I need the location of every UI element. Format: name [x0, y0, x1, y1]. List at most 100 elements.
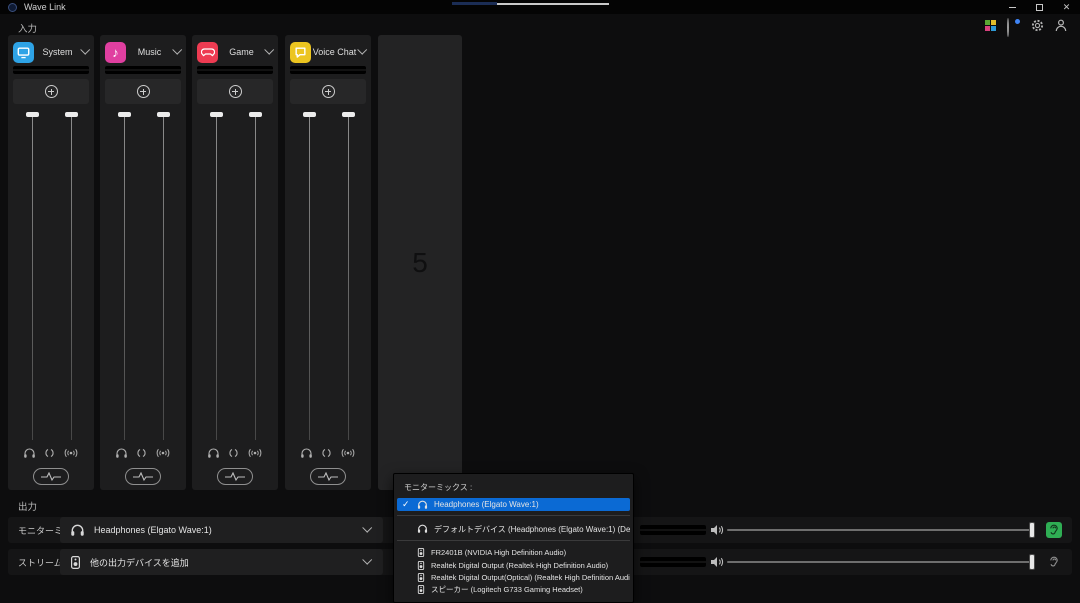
discover-button[interactable] [1007, 19, 1020, 32]
monitor-mix-fader[interactable] [26, 112, 39, 440]
headphones-monitor-toggle[interactable] [115, 448, 128, 459]
fader-handle[interactable] [210, 112, 223, 117]
output-device-select[interactable]: Headphones (Elgato Wave:1) [60, 517, 383, 543]
maximize-button[interactable] [1026, 0, 1053, 14]
device-menu-item[interactable]: ✓ FR2401B (NVIDIA High Definition Audio) [397, 540, 630, 559]
stream-mix-fader[interactable] [65, 112, 78, 440]
headphones-monitor-toggle[interactable] [23, 448, 36, 459]
plus-icon [137, 85, 150, 98]
monitor-mix-fader[interactable] [118, 112, 131, 440]
effects-button[interactable] [217, 468, 253, 485]
stream-toggle[interactable] [63, 448, 79, 458]
monitor-mix-fader[interactable] [210, 112, 223, 440]
fader-track [163, 114, 164, 440]
channel-icon: ♪ [105, 42, 126, 63]
waveform-icon [318, 472, 338, 482]
monitor-ear-button[interactable] [1046, 522, 1062, 538]
headphones-icon [300, 448, 313, 459]
fader-handle[interactable] [26, 112, 39, 117]
fader-handle[interactable] [342, 112, 355, 117]
ear-icon [1049, 556, 1059, 568]
maximize-icon [1036, 4, 1043, 11]
channel-source-dropdown[interactable]: ♪ Music [105, 40, 183, 64]
broadcast-icon [155, 448, 171, 458]
marketplace-button[interactable] [985, 20, 996, 31]
monitor-ear-button[interactable] [1046, 554, 1062, 570]
link-icon [321, 448, 332, 458]
popup-header: モニターミックス : [404, 482, 623, 493]
selected-device-text: Headphones (Elgato Wave:1) [94, 525, 363, 535]
fader-track [348, 114, 349, 440]
stream-mix-fader[interactable] [249, 112, 262, 440]
speaker-icon [710, 524, 724, 536]
fader-handle[interactable] [118, 112, 131, 117]
background-window-edge [497, 3, 609, 5]
output-device-select[interactable]: 他の出力デバイスを追加 [60, 549, 383, 575]
device-menu-item[interactable]: ✓ Realtek Digital Output(Optical) (Realt… [397, 571, 630, 583]
settings-button[interactable] [1031, 19, 1044, 32]
close-button[interactable]: ✕ [1053, 0, 1080, 14]
empty-channel-slot[interactable]: 5 [378, 35, 462, 490]
speaker-device-icon [417, 548, 425, 557]
stream-toggle[interactable] [340, 448, 356, 458]
headphones-monitor-toggle[interactable] [300, 448, 313, 459]
speaker-device-icon [417, 573, 425, 582]
plus-icon [322, 85, 335, 98]
channel-source-dropdown[interactable]: Game [197, 40, 275, 64]
minimize-icon [1009, 7, 1016, 8]
effects-button[interactable] [125, 468, 161, 485]
link-faders-toggle[interactable] [44, 448, 55, 458]
ear-icon [1049, 524, 1059, 536]
add-effect-button[interactable] [105, 79, 181, 104]
channel-source-dropdown[interactable]: System [13, 40, 91, 64]
window-title: Wave Link [24, 2, 66, 12]
chevron-down-icon [362, 555, 372, 565]
device-menu-item[interactable]: ✓ デフォルトデバイス (Headphones (Elgato Wave:1) … [397, 515, 630, 537]
add-effect-button[interactable] [13, 79, 89, 104]
device-menu-item-label: FR2401B (NVIDIA High Definition Audio) [431, 548, 566, 557]
selected-device-text: 他の出力デバイスを追加 [90, 556, 363, 569]
effects-button[interactable] [310, 468, 346, 485]
stream-mix-fader[interactable] [342, 112, 355, 440]
add-effect-button[interactable] [197, 79, 273, 104]
effects-button[interactable] [33, 468, 69, 485]
monitor-mix-fader[interactable] [303, 112, 316, 440]
stream-toggle[interactable] [155, 448, 171, 458]
account-button[interactable] [1055, 19, 1067, 32]
minimize-button[interactable] [999, 0, 1026, 14]
fader-handle[interactable] [157, 112, 170, 117]
channel-level-meter [290, 66, 366, 74]
add-effect-button[interactable] [290, 79, 366, 104]
channel-level-meter [197, 66, 273, 74]
output-volume-slider[interactable] [727, 561, 1033, 563]
headphones-icon [417, 500, 428, 510]
headphones-monitor-toggle[interactable] [207, 448, 220, 459]
background-window-edge [452, 2, 497, 5]
stream-toggle[interactable] [247, 448, 263, 458]
stream-mix-fader[interactable] [157, 112, 170, 440]
gear-icon [1031, 19, 1044, 32]
device-menu-item-label: Realtek Digital Output(Optical) (Realtek… [431, 573, 630, 582]
device-menu-item[interactable]: ✓ Realtek Digital Output (Realtek High D… [397, 559, 630, 571]
link-faders-toggle[interactable] [228, 448, 239, 458]
output-volume-slider[interactable] [727, 529, 1033, 531]
link-faders-toggle[interactable] [321, 448, 332, 458]
volume-slider-handle[interactable] [1029, 554, 1035, 570]
volume-slider-handle[interactable] [1029, 522, 1035, 538]
fader-handle[interactable] [303, 112, 316, 117]
fader-handle[interactable] [249, 112, 262, 117]
device-popup-menu: モニターミックス : ✓ Headphones (Elgato Wave:1) … [393, 473, 634, 603]
device-menu-item[interactable]: ✓ Headphones (Elgato Wave:1) [397, 498, 630, 511]
channel-source-dropdown[interactable]: Voice Chat [290, 40, 368, 64]
fader-handle[interactable] [65, 112, 78, 117]
waveform-icon [225, 472, 245, 482]
device-menu-item-label: Realtek Digital Output (Realtek High Def… [431, 561, 608, 570]
channel-icon [290, 42, 311, 63]
speaker-device-icon [70, 556, 81, 569]
link-faders-toggle[interactable] [136, 448, 147, 458]
link-icon [136, 448, 147, 458]
chevron-down-icon [362, 523, 372, 533]
link-icon [228, 448, 239, 458]
channel-level-meter [13, 66, 89, 74]
account-icon [1055, 19, 1067, 32]
